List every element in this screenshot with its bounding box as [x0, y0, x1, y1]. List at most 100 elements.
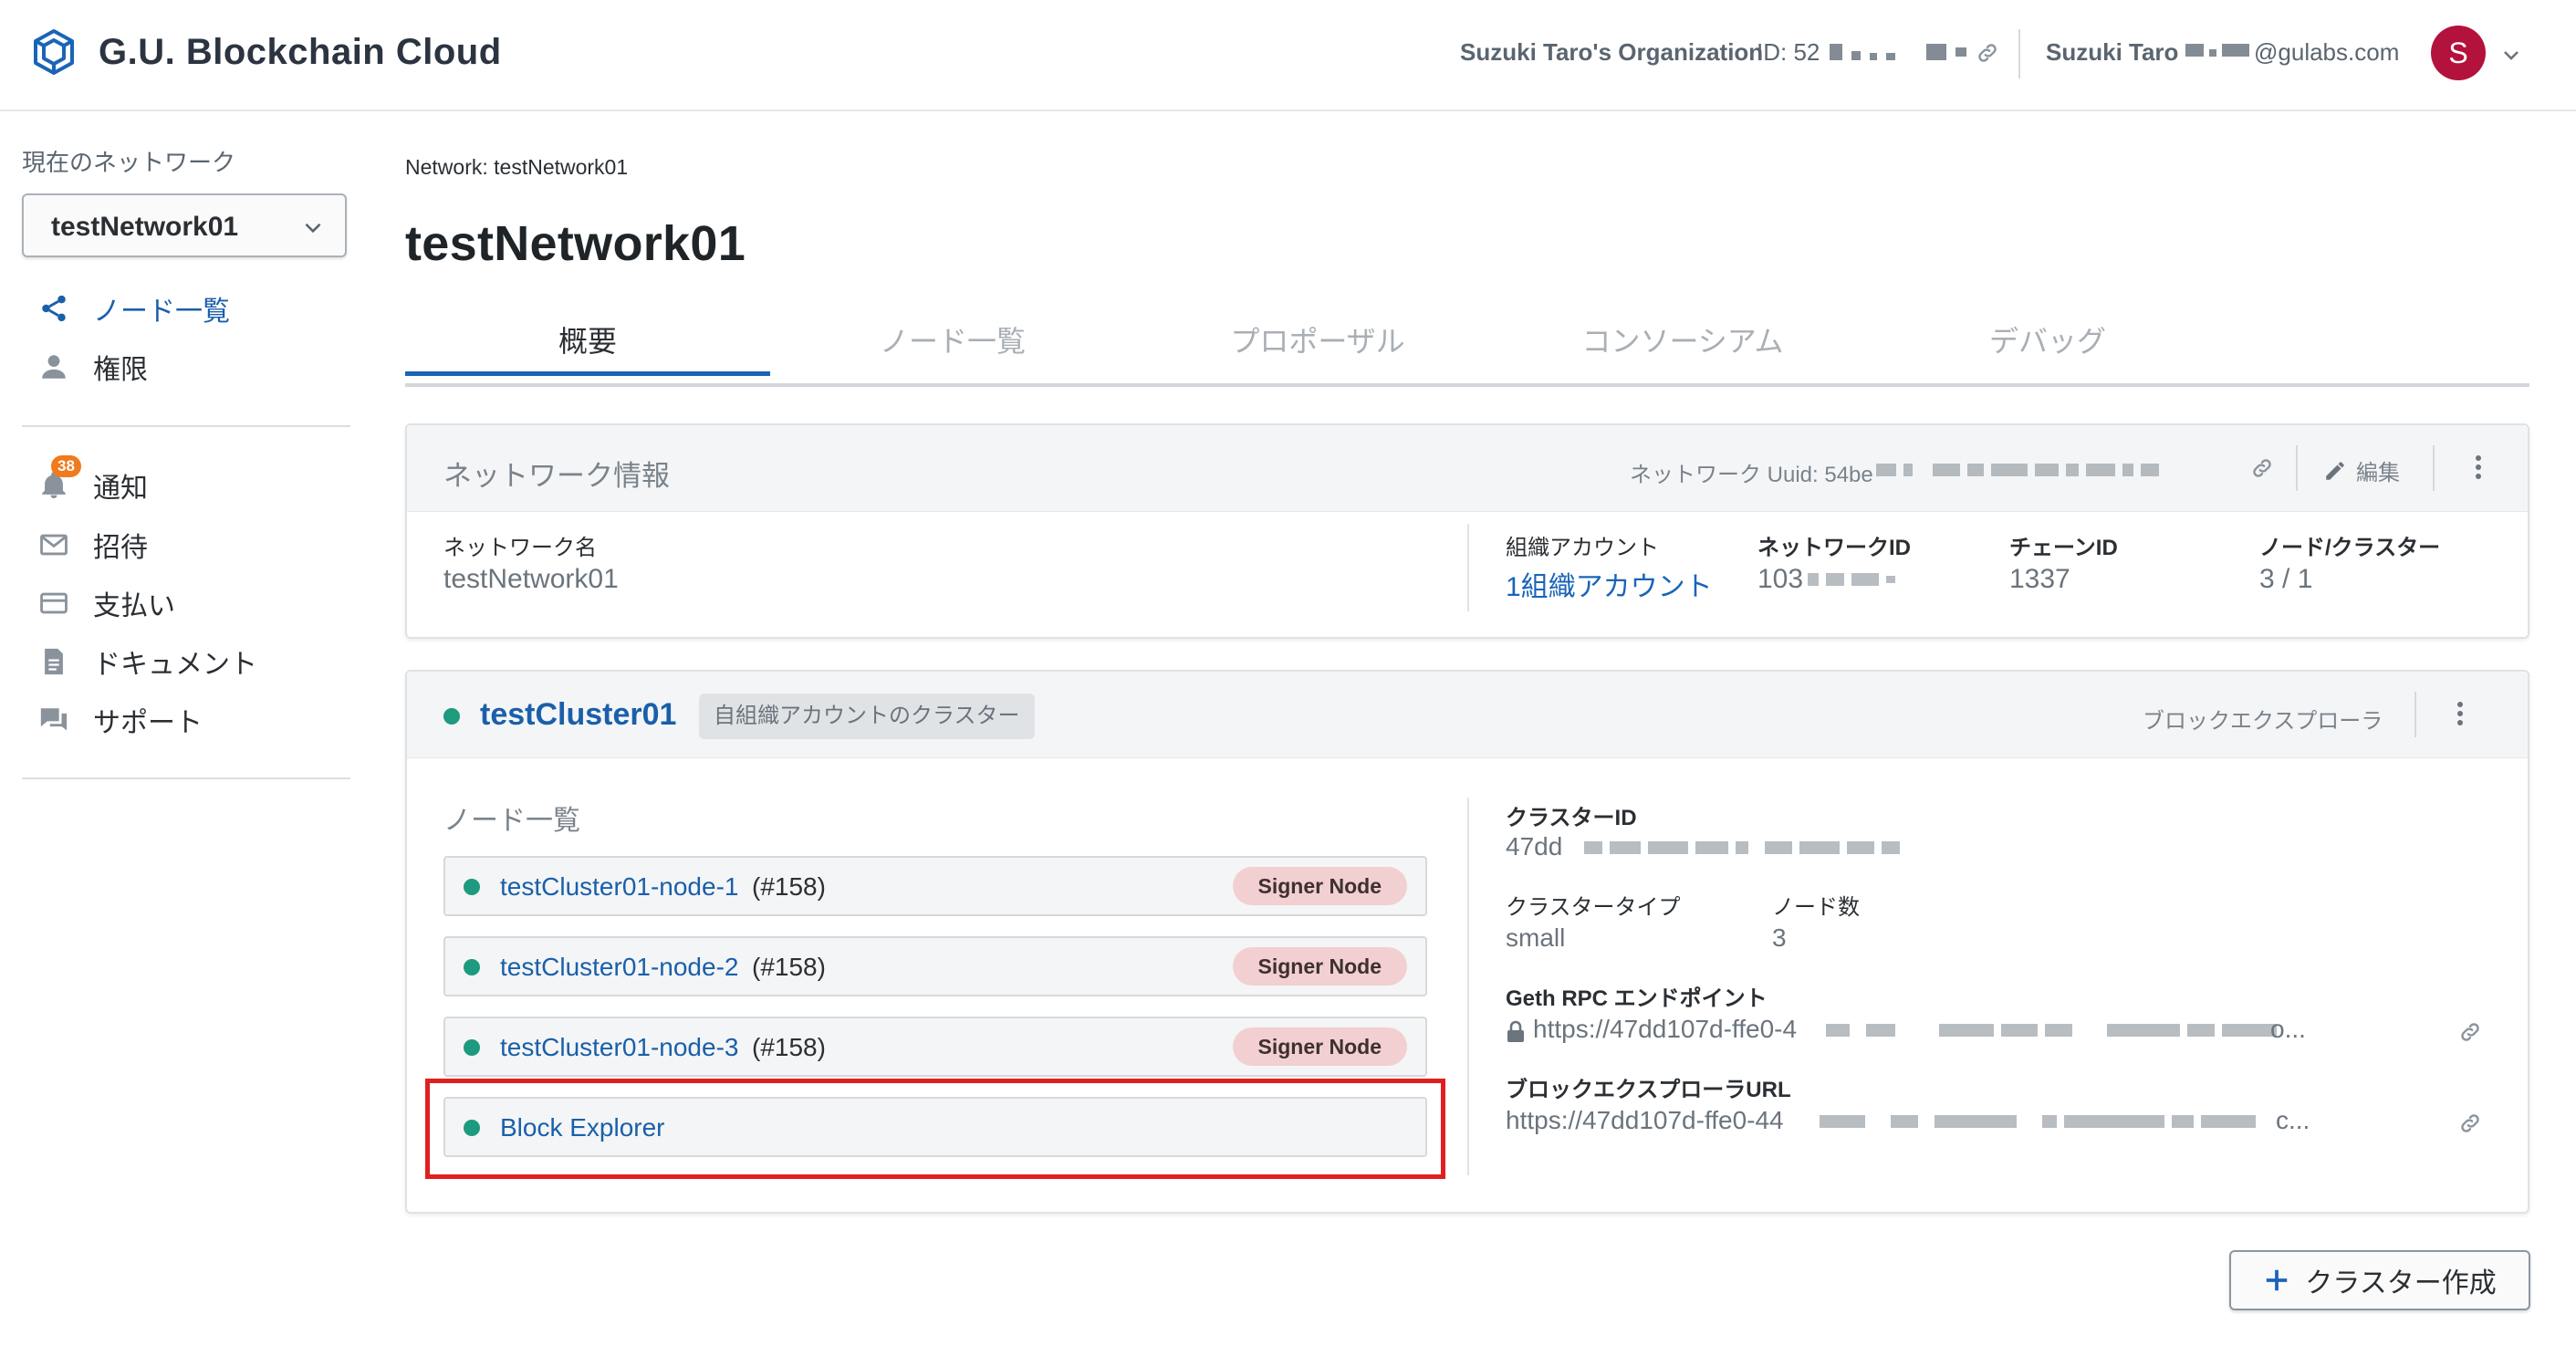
user-name: Suzuki Taro — [2046, 38, 2179, 66]
sidebar-item-label: サポート — [93, 708, 203, 738]
org-account-label: 組織アカウント — [1506, 536, 1659, 560]
tab-label: 概要 — [558, 325, 617, 358]
chevron-down-icon[interactable] — [2500, 44, 2522, 66]
node-list-title: ノード一覧 — [443, 806, 580, 836]
node-count-value: 3 — [1772, 923, 1787, 952]
sidebar-item-label: ドキュメント — [93, 650, 257, 680]
tab-label: プロポーザル — [1230, 325, 1405, 358]
copy-link-icon[interactable] — [2458, 1020, 2482, 1044]
status-ok-icon — [443, 708, 460, 725]
org-id-redacted — [1830, 43, 1994, 61]
node-row[interactable]: testCluster01-node-1 (#158) Signer Node — [443, 856, 1427, 916]
status-ok-icon — [464, 879, 480, 895]
node-name-link[interactable]: testCluster01-node-3 — [500, 1033, 738, 1062]
tab-label: デバッグ — [1988, 325, 2106, 358]
sidebar-item-nodes[interactable]: ノード一覧 — [37, 290, 230, 327]
card-title: ネットワーク情報 — [443, 460, 670, 492]
block-explorer-link[interactable]: ブロックエクスプローラ — [2143, 703, 2383, 735]
credit-card-icon — [37, 586, 71, 621]
chain-id-value: 1337 — [2009, 564, 2070, 594]
active-tab-indicator — [405, 371, 770, 376]
tab-overview[interactable]: 概要 — [405, 318, 770, 376]
tab-nodes[interactable]: ノード一覧 — [770, 318, 1135, 372]
copy-link-icon[interactable] — [2250, 456, 2274, 480]
sidebar-item-documents[interactable]: ドキュメント — [37, 643, 257, 680]
geth-rpc-redacted — [1826, 1024, 2277, 1037]
node-row[interactable]: testCluster01-node-3 (#158) Signer Node — [443, 1017, 1427, 1077]
sidebar-item-notifications[interactable]: 38 通知 — [37, 455, 148, 504]
user-email: @gulabs.com — [2254, 38, 2400, 66]
tab-proposals[interactable]: プロポーザル — [1135, 318, 1500, 372]
top-header: G.U. Blockchain Cloud Suzuki Taro's Orga… — [0, 0, 2576, 111]
node-cluster-label: ノード/クラスター — [2259, 536, 2441, 560]
sidebar-divider — [22, 425, 350, 427]
node-number: (#158) — [752, 872, 826, 901]
node-role-badge: Signer Node — [1232, 867, 1407, 905]
avatar[interactable]: S — [2431, 26, 2486, 80]
current-network-label: 現在のネットワーク — [22, 149, 236, 176]
mail-icon — [37, 527, 71, 562]
sidebar-item-invitations[interactable]: 招待 — [37, 527, 148, 563]
network-id-label: ネットワークID — [1757, 536, 1911, 560]
status-ok-icon — [464, 959, 480, 975]
sidebar-item-billing[interactable]: 支払い — [37, 585, 175, 621]
cluster-card: testCluster01 自組織アカウントのクラスター ブロックエクスプローラ… — [405, 670, 2529, 1214]
organization-name[interactable]: Suzuki Taro's Organization — [1460, 38, 1763, 67]
card-header: testCluster01 自組織アカウントのクラスター ブロックエクスプローラ — [407, 672, 2528, 758]
sidebar-item-permissions[interactable]: 権限 — [37, 349, 148, 385]
pencil-icon — [2326, 461, 2344, 480]
network-info-card: ネットワーク情報 ネットワーク Uuid: 54be 編集 ネットワーク名 te… — [405, 423, 2529, 639]
node-name-link[interactable]: testCluster01-node-2 — [500, 953, 738, 982]
cluster-name-link[interactable]: testCluster01 — [480, 697, 676, 733]
email-redacted — [2185, 44, 2258, 60]
cluster-ownership-tag: 自組織アカウントのクラスター — [699, 694, 1035, 739]
tab-debug[interactable]: デバッグ — [1865, 318, 2230, 372]
app-logo[interactable]: G.U. Blockchain Cloud — [29, 27, 502, 77]
uuid-redacted — [1876, 464, 2159, 476]
create-cluster-button[interactable]: クラスター作成 — [2229, 1250, 2530, 1310]
cluster-id-redacted — [1584, 841, 1900, 854]
network-select[interactable]: testNetwork01 — [22, 193, 347, 257]
app-title: G.U. Blockchain Cloud — [99, 31, 502, 72]
header-divider — [2414, 692, 2416, 737]
header-divider — [2296, 445, 2298, 491]
chat-icon — [37, 703, 71, 737]
cluster-id-label: クラスターID — [1506, 806, 1637, 830]
highlight-annotation — [425, 1079, 1445, 1179]
tab-label: ノード一覧 — [879, 325, 1026, 358]
sidebar-item-label: 通知 — [93, 474, 148, 504]
chain-id-label: チェーンID — [2009, 536, 2118, 560]
sidebar-item-label: 支払い — [93, 591, 175, 621]
tab-consortium[interactable]: コンソーシアム — [1500, 318, 1865, 372]
node-count-label: ノード数 — [1772, 895, 1860, 920]
copy-link-icon[interactable] — [2458, 1111, 2482, 1135]
more-menu-icon[interactable] — [2442, 695, 2478, 732]
cluster-type-label: クラスタータイプ — [1506, 895, 1681, 920]
edit-button[interactable]: 編集 — [2323, 454, 2400, 486]
section-divider — [1467, 798, 1469, 1175]
explorer-url-redacted — [1820, 1115, 2256, 1128]
geth-rpc-label: Geth RPC エンドポイント — [1506, 986, 1768, 1011]
more-menu-icon[interactable] — [2460, 449, 2497, 485]
edit-label: 編集 — [2356, 461, 2400, 485]
sidebar-item-support[interactable]: サポート — [37, 702, 203, 738]
header-divider — [2433, 445, 2435, 491]
field-divider — [1467, 524, 1469, 611]
plus-icon — [2267, 1269, 2288, 1291]
network-name-value: testNetwork01 — [443, 564, 619, 594]
cluster-id-value: 47dd — [1506, 832, 1563, 861]
geth-rpc-value: https://47dd107d-ffe0-4 — [1533, 1015, 1798, 1043]
org-account-link[interactable]: 1組織アカウント — [1506, 564, 1713, 604]
explorer-url-tail: c... — [2276, 1106, 2310, 1134]
node-number: (#158) — [752, 953, 826, 981]
network-uuid: ネットワーク Uuid: 54be — [1630, 463, 1873, 487]
node-row[interactable]: testCluster01-node-2 (#158) Signer Node — [443, 936, 1427, 996]
breadcrumb: Network: testNetwork01 — [405, 155, 629, 179]
sidebar-divider — [22, 777, 350, 779]
node-cluster-value: 3 / 1 — [2259, 564, 2313, 594]
copy-link-icon[interactable] — [1976, 41, 1999, 65]
sidebar-item-label: ノード一覧 — [93, 297, 230, 327]
node-role-badge: Signer Node — [1232, 947, 1407, 986]
node-name-link[interactable]: testCluster01-node-1 — [500, 872, 738, 902]
card-header: ネットワーク情報 ネットワーク Uuid: 54be 編集 — [407, 425, 2528, 512]
